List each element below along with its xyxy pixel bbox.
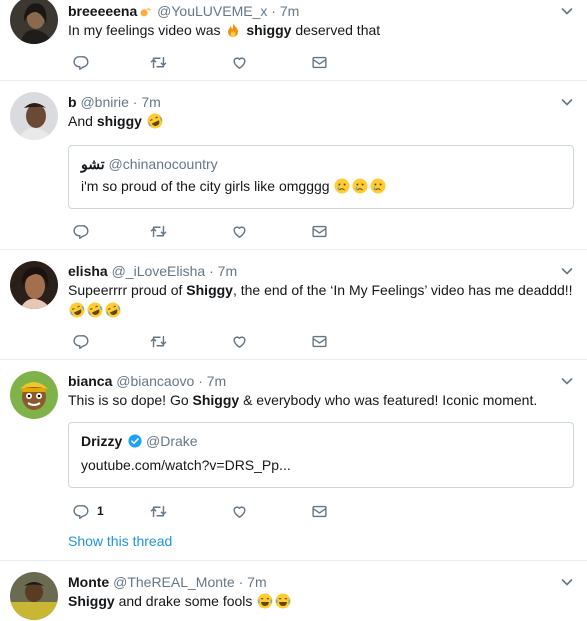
avatar[interactable] xyxy=(10,0,58,44)
quoted-tweet[interactable]: Drizzy @Drake youtube.com/watch?v=DRS_Pp… xyxy=(68,422,574,488)
highlight-word: Shiggy xyxy=(186,282,233,298)
reply-icon[interactable] xyxy=(72,221,89,241)
caret-down-icon[interactable] xyxy=(561,375,573,387)
verified-icon xyxy=(128,434,142,448)
retweet-icon[interactable] xyxy=(150,221,167,241)
sun-emoji-icon xyxy=(138,5,152,19)
tweet-text-part: This is so dope! Go xyxy=(68,392,189,408)
separator-dot: · xyxy=(209,263,214,279)
user-handle[interactable]: @_iLoveElisha xyxy=(112,263,206,279)
like-icon[interactable] xyxy=(231,501,248,521)
timestamp[interactable]: 7m xyxy=(218,263,237,279)
caret-down-icon[interactable] xyxy=(561,96,573,108)
tweet-text: Shiggy and drake some fools xyxy=(68,591,573,611)
quoted-display-name: Drizzy xyxy=(81,433,123,449)
user-handle[interactable]: @YouLUVEME_x xyxy=(157,3,267,19)
quoted-text: i'm so proud of the city girls like omgg… xyxy=(81,177,387,195)
reply-icon[interactable] xyxy=(72,52,89,72)
rofl-emoji-icon xyxy=(87,302,103,318)
like-icon[interactable] xyxy=(231,331,248,351)
rofl-emoji-icon xyxy=(147,113,163,129)
tweet-text-part: and drake some fools xyxy=(118,593,253,609)
avatar[interactable] xyxy=(10,371,58,419)
crying-emoji-icon xyxy=(334,178,350,194)
timestamp[interactable]: 7m xyxy=(280,3,299,19)
user-handle[interactable]: @bnirie xyxy=(80,94,128,110)
timestamp[interactable]: 7m xyxy=(247,574,266,590)
display-name[interactable]: Monte xyxy=(68,574,109,590)
rofl-emoji-icon xyxy=(105,302,121,318)
display-name[interactable]: b xyxy=(68,94,77,110)
quoted-user-handle: @Drake xyxy=(146,433,198,449)
timestamp[interactable]: 7m xyxy=(141,94,160,110)
show-thread-link[interactable]: Show this thread xyxy=(68,533,172,549)
caret-down-icon[interactable] xyxy=(561,5,573,17)
tweet-item[interactable]: bianca @biancaovo · 7m This is so dope! … xyxy=(0,360,587,561)
tweet-text-part: And xyxy=(68,113,93,129)
rofl-emoji-icon xyxy=(69,302,85,318)
highlight-word: Shiggy xyxy=(192,392,240,408)
avatar[interactable] xyxy=(10,92,58,140)
quoted-display-name: تشو xyxy=(81,156,105,172)
like-icon[interactable] xyxy=(231,221,248,241)
avatar[interactable] xyxy=(10,261,58,309)
dm-icon[interactable] xyxy=(311,52,328,72)
reply-icon[interactable]: 1 xyxy=(72,501,104,521)
quoted-text: youtube.com/watch?v=DRS_Pp... xyxy=(81,457,291,473)
retweet-icon[interactable] xyxy=(150,501,167,521)
display-name[interactable]: bianca xyxy=(68,373,112,389)
tweet-text: This is so dope! Go Shiggy & everybody w… xyxy=(68,390,573,410)
tweet-item[interactable]: b @bnirie · 7m And shiggy تشو @chinanoco… xyxy=(0,81,587,250)
tweet-item[interactable]: Monte @TheREAL_Monte · 7m Shiggy and dra… xyxy=(0,561,587,621)
separator-dot: · xyxy=(271,3,276,19)
highlight-word: Shiggy xyxy=(68,593,115,609)
separator-dot: · xyxy=(198,373,203,389)
highlight-word: shiggy xyxy=(246,22,292,38)
tweet-item[interactable]: breeeeena @YouLUVEME_x · 7m In my feelin… xyxy=(0,0,587,81)
user-handle[interactable]: @biancaovo xyxy=(116,373,194,389)
tweet-text-part: In my feelings video was xyxy=(68,22,221,38)
reply-count: 1 xyxy=(97,504,104,518)
timestamp[interactable]: 7m xyxy=(207,373,226,389)
highlight-word: shiggy xyxy=(96,113,142,129)
retweet-icon[interactable] xyxy=(150,52,167,72)
display-name[interactable]: elisha xyxy=(68,263,108,279)
crying-emoji-icon xyxy=(352,178,368,194)
quoted-user-handle: @chinanocountry xyxy=(108,156,218,172)
separator-dot: · xyxy=(132,94,138,110)
tweet-item[interactable]: elisha @_iLoveElisha · 7m Supeerrrr prou… xyxy=(0,250,587,360)
reply-icon[interactable] xyxy=(72,331,89,351)
display-name[interactable]: breeeeena xyxy=(68,3,137,19)
user-handle[interactable]: @TheREAL_Monte xyxy=(113,574,235,590)
tweet-text: Supeerrrr proud of Shiggy, the end of th… xyxy=(68,280,573,320)
dm-icon[interactable] xyxy=(311,331,328,351)
crying-emoji-icon xyxy=(370,178,386,194)
tweet-text: In my feelings video was shiggy deserved… xyxy=(68,20,573,40)
laughing-emoji-icon xyxy=(275,593,291,609)
like-icon[interactable] xyxy=(231,52,248,72)
avatar[interactable] xyxy=(10,572,58,620)
retweet-icon[interactable] xyxy=(150,331,167,351)
quoted-text-part: i'm so proud of the city girls like omgg… xyxy=(81,178,330,194)
separator-dot: · xyxy=(238,574,244,590)
caret-down-icon[interactable] xyxy=(561,576,573,588)
tweet-text-part: & everybody who was featured! Iconic mom… xyxy=(243,392,538,408)
fire-emoji-icon xyxy=(225,22,241,38)
laughing-emoji-icon xyxy=(257,593,273,609)
tweet-text-part: Supeerrrr proud of xyxy=(68,282,183,298)
dm-icon[interactable] xyxy=(311,221,328,241)
tweet-text: And shiggy xyxy=(68,111,573,131)
tweet-text-part: , the end of the ‘In My Feelings’ video … xyxy=(232,282,573,298)
tweet-text-part: deserved that xyxy=(295,22,381,38)
dm-icon[interactable] xyxy=(311,501,328,521)
quoted-tweet[interactable]: تشو @chinanocountry i'm so proud of the … xyxy=(68,145,574,209)
caret-down-icon[interactable] xyxy=(561,265,573,277)
